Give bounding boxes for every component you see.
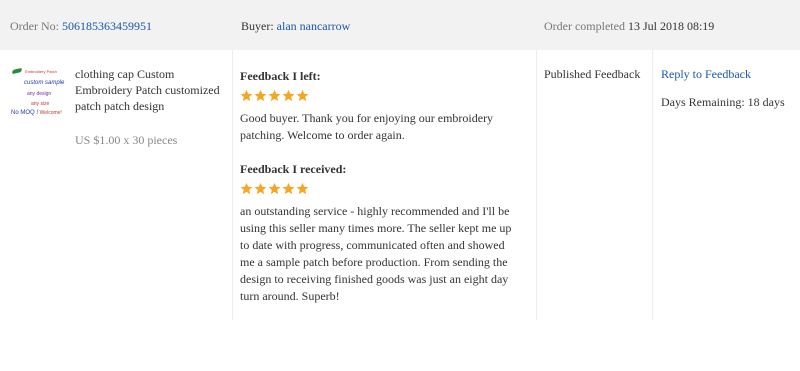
buyer-label: Buyer: bbox=[241, 19, 274, 33]
thumbnail-text: Embroidery Patch bbox=[25, 69, 57, 74]
product-title[interactable]: clothing cap Custom Embroidery Patch cus… bbox=[75, 66, 225, 114]
order-completed-label: Order completed bbox=[544, 19, 625, 33]
star-icon bbox=[282, 182, 295, 195]
reply-to-feedback-link[interactable]: Reply to Feedback bbox=[661, 67, 751, 81]
thumbnail-text: custom sample bbox=[24, 80, 65, 86]
order-number-link[interactable]: 506185363459951 bbox=[62, 19, 152, 33]
product-thumbnail[interactable]: Embroidery Patch custom sample any desig… bbox=[8, 64, 64, 126]
order-number: Order No: 506185363459951 bbox=[10, 19, 152, 33]
order-completed: Order completed 13 Jul 2018 08:19 bbox=[544, 19, 714, 33]
feedback-left-title: Feedback I left: bbox=[240, 69, 321, 83]
star-icon bbox=[296, 89, 309, 102]
thumbnail-text: No MOQ ! Welcome! bbox=[11, 110, 62, 117]
column-divider bbox=[232, 50, 233, 320]
column-divider bbox=[652, 50, 653, 320]
order-number-label: Order No: bbox=[10, 19, 59, 33]
feedback-left-text: Good buyer. Thank you for enjoying our e… bbox=[240, 111, 494, 142]
feedback-received-title: Feedback I received: bbox=[240, 162, 347, 176]
thumbnail-text: Welcome! bbox=[39, 110, 62, 116]
feedback-left-section: Feedback I left: Good buyer. Thank you f… bbox=[240, 69, 515, 144]
thumbnail-text: any size bbox=[31, 101, 50, 107]
product-price: US $1.00 x 30 pieces bbox=[75, 133, 178, 147]
order-completed-date: 13 Jul 2018 08:19 bbox=[627, 19, 715, 33]
star-icon bbox=[254, 89, 267, 102]
thumbnail-text: any design bbox=[27, 91, 52, 97]
thread-logo-icon bbox=[11, 68, 23, 74]
column-divider bbox=[536, 50, 537, 320]
star-icon bbox=[296, 182, 309, 195]
order-header: Order No: 506185363459951 Buyer: alan na… bbox=[0, 0, 800, 50]
published-feedback-status: Published Feedback bbox=[544, 67, 641, 81]
star-icon bbox=[282, 89, 295, 102]
star-icon bbox=[268, 89, 281, 102]
star-icon bbox=[254, 182, 267, 195]
days-remaining: Days Remaining: 18 days bbox=[661, 95, 785, 109]
feedback-received-rating bbox=[240, 182, 515, 195]
buyer-name-link[interactable]: alan nancarrow bbox=[277, 19, 351, 33]
buyer-info: Buyer: alan nancarrow bbox=[241, 19, 350, 33]
star-icon bbox=[268, 182, 281, 195]
star-icon bbox=[240, 182, 253, 195]
feedback-received-text: an outstanding service - highly recommen… bbox=[240, 204, 512, 303]
star-icon bbox=[240, 89, 253, 102]
thumbnail-text: No MOQ ! bbox=[11, 110, 40, 116]
feedback-received-section: Feedback I received: an outstanding serv… bbox=[240, 162, 515, 305]
feedback-left-rating bbox=[240, 89, 515, 102]
